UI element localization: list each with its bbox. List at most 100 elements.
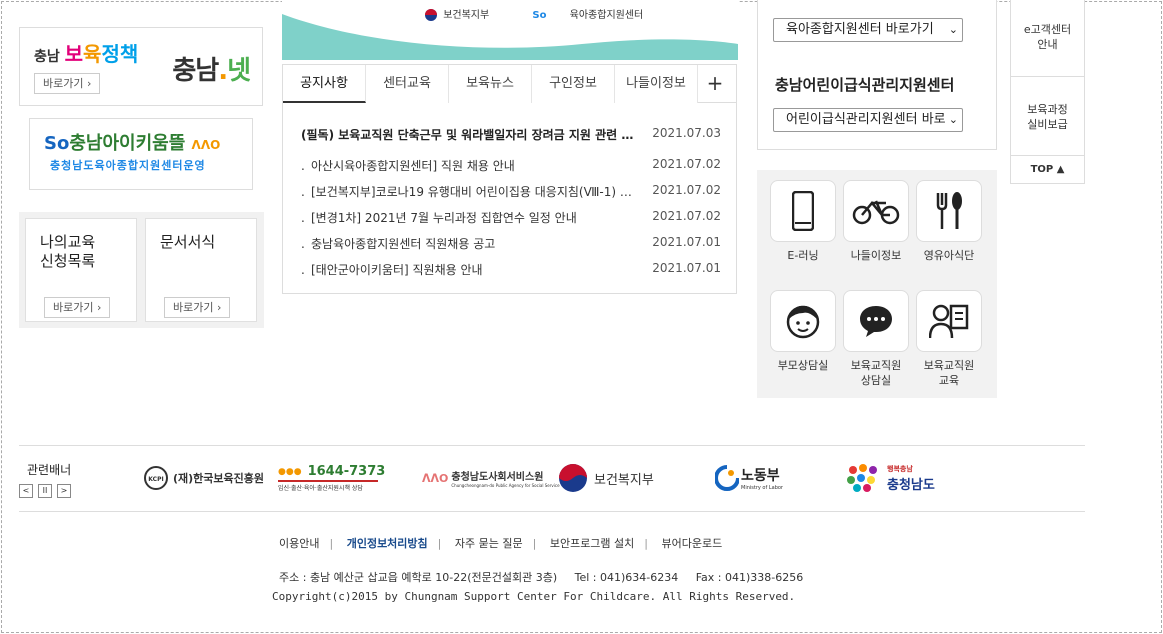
banner-mohw[interactable]: 보건복지부 bbox=[558, 460, 654, 496]
notice-row[interactable]: . [변경1차] 2021년 7월 누리과정 집합연수 일정 안내 2021.07… bbox=[301, 209, 721, 227]
ikium-subtitle: 충청남도육아종합지원센터운영 bbox=[50, 159, 206, 172]
footer-address: 주소 : 충남 예산군 삽교읍 예학로 10-22(전문건설회관 3층) Tel… bbox=[279, 571, 804, 584]
notice-date: 2021.07.02 bbox=[652, 209, 721, 223]
infant-menu-button[interactable] bbox=[916, 180, 982, 242]
notice-tabs: 공지사항 센터교육 보육뉴스 구인정보 나들이정보 + bbox=[283, 65, 736, 103]
childcare-center-select[interactable]: 육아종합지원센터 바로가기 ⌄ bbox=[773, 18, 963, 42]
notice-date: 2021.07.02 bbox=[652, 157, 721, 171]
icon-label: 보육교직원 교육 bbox=[923, 359, 975, 387]
meal-center-select[interactable]: 어린이급식관리지원센터 바로가기 ⌄ bbox=[773, 108, 963, 132]
hotline-logo-icon: ●●● bbox=[278, 466, 302, 477]
notice-title[interactable]: 충남육아종합지원센터 직원채용 공고 bbox=[311, 237, 495, 251]
notice-title[interactable]: [보건복지부]코로나19 유행대비 어린이집용 대응지침(Ⅷ-1) 안내 bbox=[311, 185, 636, 199]
top-button[interactable]: TOP ▲ bbox=[1011, 155, 1084, 183]
footer-link-viewer[interactable]: 뷰어다운로드 bbox=[662, 537, 723, 550]
education-goto-button[interactable]: 바로가기 › bbox=[44, 297, 111, 318]
bicycle-icon bbox=[852, 200, 900, 225]
staff-education-button[interactable] bbox=[916, 290, 982, 352]
gov-logos: 보건복지부 So 육아종합지원센터 bbox=[422, 6, 683, 21]
more-plus-icon[interactable]: + bbox=[698, 65, 732, 103]
mohw-logo-icon bbox=[559, 464, 587, 492]
notice-row[interactable]: . 아산시육아종합지원센터] 직원 채용 안내 2021.07.02 bbox=[301, 157, 721, 175]
person-card-icon bbox=[929, 304, 969, 339]
social-service-logo-icon: ᐱᐱO bbox=[422, 471, 449, 485]
chungnam-net-logo: 충남.넷 bbox=[172, 56, 251, 86]
banner-next-button[interactable]: > bbox=[57, 484, 71, 498]
notice-date: 2021.07.03 bbox=[652, 126, 721, 140]
parent-counseling-button[interactable] bbox=[770, 290, 836, 352]
face-icon bbox=[786, 305, 820, 339]
documents-goto-button[interactable]: 바로가기 › bbox=[164, 297, 231, 318]
notice-title[interactable]: 아산시육아종합지원센터] 직원 채용 안내 bbox=[311, 159, 515, 173]
banner-kcpi[interactable]: KCPI (재)한국보육진흥원 bbox=[143, 460, 264, 496]
card-title: 문서서식 bbox=[160, 233, 216, 251]
notice-title[interactable]: (필독) 보육교직원 단축근무 및 워라밸일자리 장려금 지원 관련 안내 bbox=[301, 126, 636, 143]
education-list-card[interactable]: 나의교육 신청목록 바로가기 › bbox=[25, 218, 137, 322]
banner-hotline[interactable]: ●●● 1644-7373 임신·출산·육아·출산지원시책 상담 bbox=[278, 460, 385, 496]
tab-center-education[interactable]: 센터교육 bbox=[366, 65, 449, 103]
tab-outing-info[interactable]: 나들이정보 bbox=[615, 65, 698, 103]
svg-text:KCPI: KCPI bbox=[148, 476, 163, 483]
footer-copyright: Copyright(c)2015 by Chungnam Support Cen… bbox=[272, 590, 796, 603]
bullet: . bbox=[301, 237, 305, 251]
footer-link-faq[interactable]: 자주 묻는 질문 bbox=[455, 537, 523, 550]
staff-counseling-button[interactable] bbox=[843, 290, 909, 352]
notice-board: 공지사항 센터교육 보육뉴스 구인정보 나들이정보 + (필독) 보육교직원 단… bbox=[282, 64, 737, 294]
tab-notice[interactable]: 공지사항 bbox=[283, 65, 366, 103]
chat-bubble-icon bbox=[860, 306, 892, 337]
banner-labor[interactable]: 노동부 Ministry of Labor bbox=[715, 460, 783, 496]
policy-title: 충남 보육정책 bbox=[34, 42, 139, 66]
notice-date: 2021.07.02 bbox=[652, 183, 721, 197]
footer-link-security[interactable]: 보안프로그램 설치 bbox=[550, 537, 634, 550]
icon-label: 영유아식단 bbox=[923, 249, 975, 262]
bullet: . bbox=[301, 211, 305, 225]
bullet: . bbox=[301, 185, 305, 199]
banner-social-service[interactable]: ᐱᐱO 충청남도사회서비스원 Chungcheongnam-do Public … bbox=[422, 460, 560, 496]
center-links-box: 육아종합지원센터 바로가기 ⌄ 충남어린이급식관리지원센터 어린이급식관리지원센… bbox=[757, 0, 997, 150]
quick-menu: e고객센터 안내 보육과정 실비보급 TOP ▲ bbox=[1010, 0, 1085, 184]
notice-date: 2021.07.01 bbox=[652, 261, 721, 275]
elearning-button[interactable] bbox=[770, 180, 836, 242]
chevron-down-icon: ⌄ bbox=[948, 23, 958, 36]
icon-label: 나들이정보 bbox=[850, 249, 902, 262]
policy-goto-button[interactable]: 바로가기 › bbox=[34, 73, 101, 94]
banner-prev-button[interactable]: < bbox=[19, 484, 33, 498]
notice-row[interactable]: . [태안군아이키움터] 직원채용 안내 2021.07.01 bbox=[301, 261, 721, 279]
e-customer-center-link[interactable]: e고객센터 안내 bbox=[1011, 22, 1084, 52]
notice-row[interactable]: (필독) 보육교직원 단축근무 및 워라밸일자리 장려금 지원 관련 안내 20… bbox=[301, 126, 721, 144]
tab-job-info[interactable]: 구인정보 bbox=[532, 65, 615, 103]
chungnam-logo-icon bbox=[847, 464, 877, 492]
notice-title[interactable]: [태안군아이키움터] 직원채용 안내 bbox=[311, 263, 483, 277]
icon-label: E-러닝 bbox=[787, 249, 819, 262]
footer-link-guide[interactable]: 이용안내 bbox=[279, 537, 319, 550]
bullet: . bbox=[301, 263, 305, 277]
outing-info-button[interactable] bbox=[843, 180, 909, 242]
bullet: . bbox=[301, 159, 305, 173]
divider bbox=[19, 445, 1085, 446]
icon-label: 보육교직원 상담실 bbox=[850, 359, 902, 387]
banner-chungnam[interactable]: 행복충남 충청남도 bbox=[845, 460, 935, 496]
notice-title[interactable]: [변경1차] 2021년 7월 누리과정 집합연수 일정 안내 bbox=[311, 211, 577, 225]
card-title: 나의교육 신청목록 bbox=[40, 233, 96, 270]
ikium-banner[interactable]: So충남아이키움뜰 ᐱᐱO 충청남도육아종합지원센터운영 bbox=[29, 118, 253, 190]
notice-date: 2021.07.01 bbox=[652, 235, 721, 249]
related-banners-label: 관련배너 bbox=[27, 463, 72, 477]
ikium-title: So충남아이키움뜰 ᐱᐱO bbox=[44, 133, 221, 154]
childcare-center-logo-icon: So 육아종합지원센터 bbox=[532, 10, 644, 21]
tab-childcare-news[interactable]: 보육뉴스 bbox=[449, 65, 532, 103]
childcare-subsidy-link[interactable]: 보육과정 실비보급 bbox=[1011, 102, 1084, 132]
mohw-logo-icon: 보건복지부 bbox=[422, 9, 512, 21]
notice-row[interactable]: . 충남육아종합지원센터 직원채용 공고 2021.07.01 bbox=[301, 235, 721, 253]
smartphone-icon bbox=[792, 191, 814, 231]
icon-label: 부모상담실 bbox=[777, 359, 829, 372]
footer-link-privacy[interactable]: 개인정보처리방침 bbox=[347, 537, 428, 550]
divider bbox=[19, 511, 1085, 512]
documents-card[interactable]: 문서서식 바로가기 › bbox=[145, 218, 257, 322]
labor-logo-icon bbox=[715, 465, 739, 491]
notice-row[interactable]: . [보건복지부]코로나19 유행대비 어린이집용 대응지침(Ⅷ-1) 안내 20… bbox=[301, 183, 721, 201]
pass-logo-icon: ᐱᐱO bbox=[191, 138, 221, 152]
chevron-down-icon: ⌄ bbox=[948, 113, 958, 126]
banner-pause-button[interactable]: II bbox=[38, 484, 52, 498]
chungnam-policy-banner[interactable]: 충남 보육정책 바로가기 › 충남.넷 bbox=[19, 27, 263, 106]
meal-center-title: 충남어린이급식관리지원센터 bbox=[775, 76, 955, 94]
